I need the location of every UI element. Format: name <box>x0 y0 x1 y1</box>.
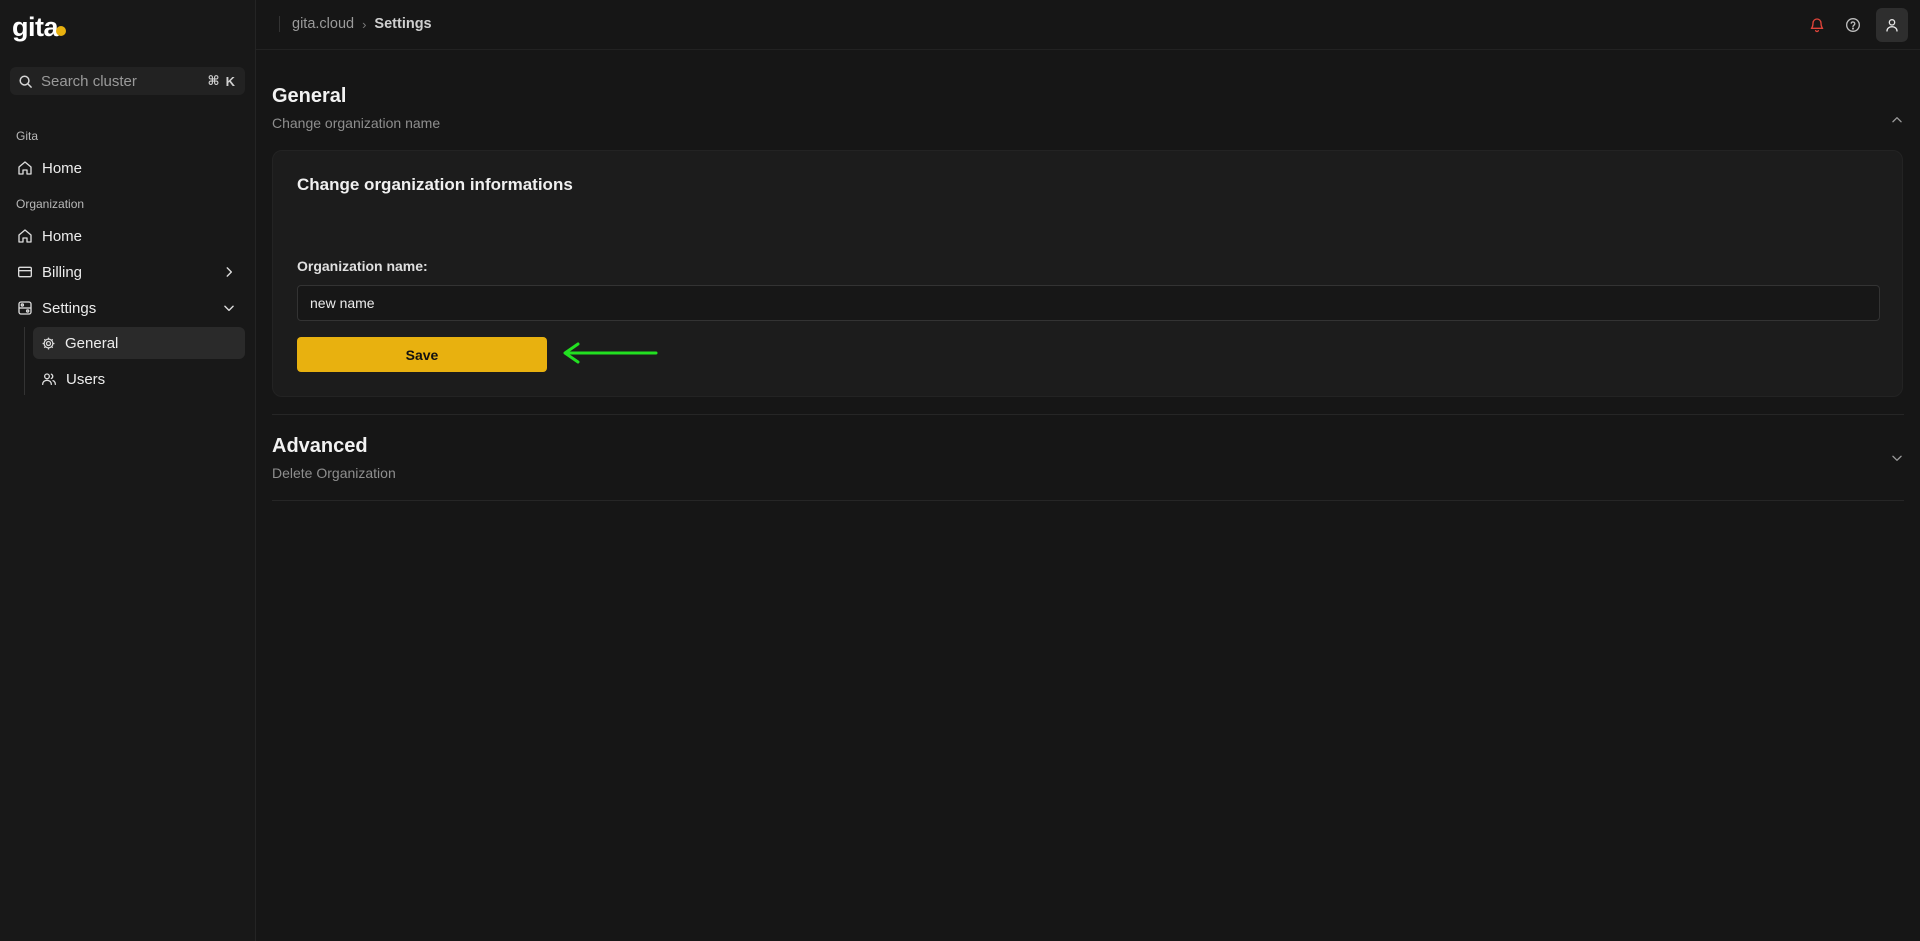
sidebar-item-label: Home <box>42 159 83 177</box>
chevron-up-icon[interactable] <box>1890 113 1904 127</box>
settings-icon <box>17 300 33 316</box>
chevron-down-icon[interactable] <box>222 301 236 315</box>
sidebar-subitem-users[interactable]: Users <box>33 363 245 395</box>
search-cluster-input[interactable]: Search cluster ⌘ K <box>10 67 245 95</box>
users-icon <box>41 371 57 387</box>
top-bar: gita.cloud › Settings <box>256 0 1920 50</box>
submenu-rail <box>24 327 25 395</box>
general-section-title: General <box>272 85 347 107</box>
sidebar-item-gita-home[interactable]: Home <box>10 152 244 184</box>
organization-name-input[interactable] <box>297 285 1880 321</box>
general-section-header[interactable]: General Change organization name <box>272 85 1904 131</box>
breadcrumb: gita.cloud › Settings <box>279 16 432 32</box>
annotation-arrow <box>563 342 658 364</box>
advanced-section-header[interactable]: Advanced Delete Organization <box>272 435 1904 481</box>
gear-icon <box>41 336 56 351</box>
organization-name-label: Organization name: <box>297 258 428 274</box>
sidebar-item-label: Users <box>66 370 106 388</box>
section-divider <box>272 500 1904 501</box>
sidebar-item-label: Home <box>42 227 83 245</box>
sidebar-item-label: Settings <box>42 299 97 317</box>
card-title: Change organization informations <box>297 175 573 194</box>
sidebar-item-org-home[interactable]: Home <box>10 220 244 252</box>
chevron-down-icon[interactable] <box>1890 451 1904 465</box>
save-button[interactable]: Save <box>297 337 547 372</box>
command-key: ⌘ <box>207 73 220 88</box>
user-icon <box>1884 17 1900 33</box>
sidebar-subitem-general[interactable]: General <box>33 327 245 359</box>
section-divider <box>272 414 1904 415</box>
help-icon[interactable] <box>1840 12 1866 38</box>
general-section-subtitle: Change organization name <box>272 115 441 131</box>
sidebar-item-billing[interactable]: Billing <box>10 256 244 288</box>
breadcrumb-root-link[interactable]: gita.cloud <box>292 16 354 32</box>
user-menu-button[interactable] <box>1876 8 1908 42</box>
billing-card-icon <box>17 264 33 280</box>
header-actions <box>1804 8 1908 42</box>
sidebar-item-label: General <box>65 334 119 352</box>
breadcrumb-divider <box>279 16 280 32</box>
chevron-right-icon[interactable] <box>222 265 236 279</box>
logo-text: gita <box>12 12 59 42</box>
search-shortcut: ⌘ K <box>208 73 235 89</box>
sidebar-item-label: Billing <box>42 263 83 281</box>
search-placeholder: Search cluster <box>41 72 137 90</box>
sidebar: gita Search cluster ⌘ K Gita Home Organi… <box>0 0 256 941</box>
sidebar-item-settings[interactable]: Settings <box>10 292 244 324</box>
breadcrumb-separator: › <box>362 16 367 32</box>
home-icon <box>17 160 33 176</box>
advanced-section-title: Advanced <box>272 435 368 457</box>
bell-icon[interactable] <box>1804 12 1830 38</box>
breadcrumb-current: Settings <box>374 16 432 32</box>
advanced-section-subtitle: Delete Organization <box>272 465 396 481</box>
sidebar-group-organization: Organization <box>16 197 85 211</box>
organization-info-card: Change organization informations Organiz… <box>272 150 1903 397</box>
logo-dot <box>56 25 67 36</box>
home-icon <box>17 228 33 244</box>
gita-logo[interactable]: gita <box>12 12 67 42</box>
search-icon <box>18 74 33 89</box>
k-key: K <box>225 73 235 89</box>
sidebar-group-gita: Gita <box>16 129 39 143</box>
